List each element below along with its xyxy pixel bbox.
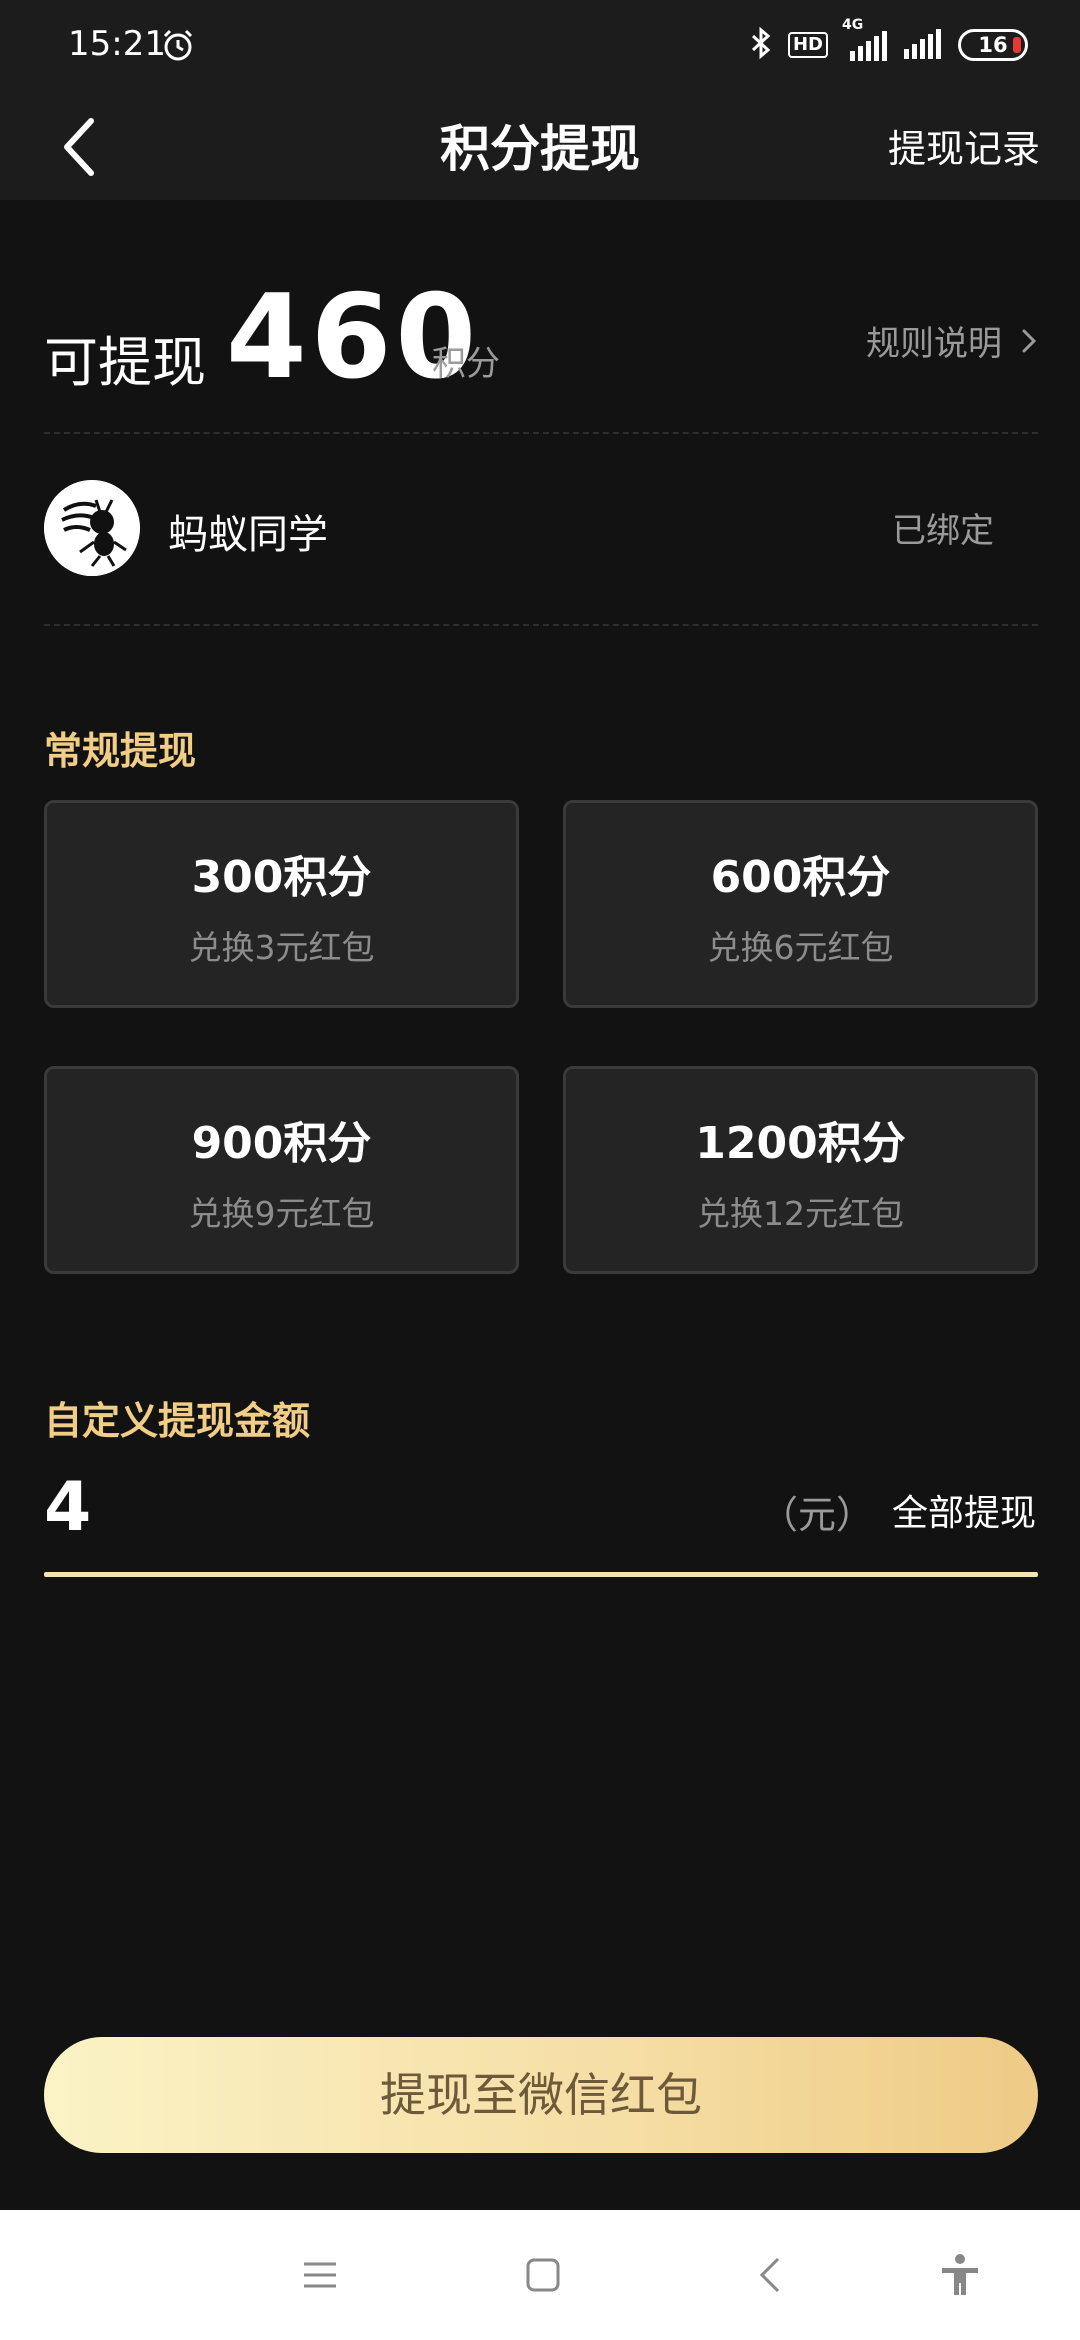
option-card-900[interactable]: 900积分 兑换9元红包: [44, 1066, 519, 1274]
option-card-600[interactable]: 600积分 兑换6元红包: [563, 800, 1038, 1008]
chevron-right-icon: [1022, 329, 1037, 352]
divider: [44, 432, 1038, 434]
balance-label: 可提现: [44, 331, 206, 394]
back-icon: [759, 2257, 780, 2293]
custom-amount-input[interactable]: 4: [44, 1468, 91, 1547]
custom-section-title: 自定义提现金额: [44, 1399, 311, 1443]
withdraw-records-link[interactable]: 提现记录: [888, 98, 1040, 200]
divider: [44, 624, 1038, 626]
home-square-icon: [526, 2258, 560, 2292]
option-points: 600积分: [710, 852, 891, 903]
regular-section-title: 常规提现: [44, 729, 197, 773]
withdraw-all-button[interactable]: 全部提现: [892, 1484, 1036, 1536]
battery-low-indicator: [1013, 37, 1021, 53]
signal-icon: [902, 27, 944, 63]
option-card-300[interactable]: 300积分 兑换3元红包: [44, 800, 519, 1008]
status-time: 15:21: [68, 24, 166, 64]
option-points: 900积分: [191, 1118, 372, 1169]
alarm-icon: [160, 27, 196, 67]
avatar: [44, 480, 140, 576]
bound-status: 已绑定: [892, 511, 994, 551]
amount-underline: [44, 1572, 1038, 1577]
home-button[interactable]: [513, 2250, 573, 2300]
option-points: 300积分: [191, 852, 372, 903]
balance-unit: 积分: [432, 344, 500, 384]
option-desc: 兑换9元红包: [188, 1194, 375, 1233]
hd-badge: HD: [787, 32, 828, 58]
option-card-1200[interactable]: 1200积分 兑换12元红包: [563, 1066, 1038, 1274]
signal-4g-icon: 4G: [842, 17, 888, 61]
bluetooth-icon: [748, 26, 774, 64]
rules-link-label: 规则说明: [866, 324, 1002, 364]
status-icons: HD 4G 16: [748, 17, 1028, 64]
withdraw-to-wechat-button[interactable]: 提现至微信红包: [44, 2037, 1038, 2153]
network-type-label: 4G: [842, 17, 864, 33]
option-desc: 兑换12元红包: [697, 1194, 904, 1233]
nav-back-button[interactable]: [740, 2250, 800, 2300]
rules-link[interactable]: 规则说明: [866, 316, 1038, 365]
status-bar: 15:21 HD 4G 16: [0, 0, 1080, 98]
menu-icon: [304, 2262, 336, 2288]
accessibility-icon: [942, 2254, 978, 2295]
option-desc: 兑换6元红包: [707, 928, 894, 967]
app-header: 积分提现 提现记录: [0, 98, 1080, 200]
battery-level: 16: [978, 33, 1008, 57]
accessibility-button[interactable]: [930, 2250, 990, 2300]
account-name: 蚂蚁同学: [168, 512, 328, 558]
option-desc: 兑换3元红包: [188, 928, 375, 967]
ant-avatar-icon: [44, 480, 140, 576]
system-nav-bar: [0, 2210, 1080, 2340]
option-points: 1200积分: [695, 1118, 906, 1169]
amount-unit: （元）: [760, 1493, 875, 1537]
menu-button[interactable]: [290, 2250, 350, 2300]
battery-icon: 16: [958, 29, 1028, 61]
